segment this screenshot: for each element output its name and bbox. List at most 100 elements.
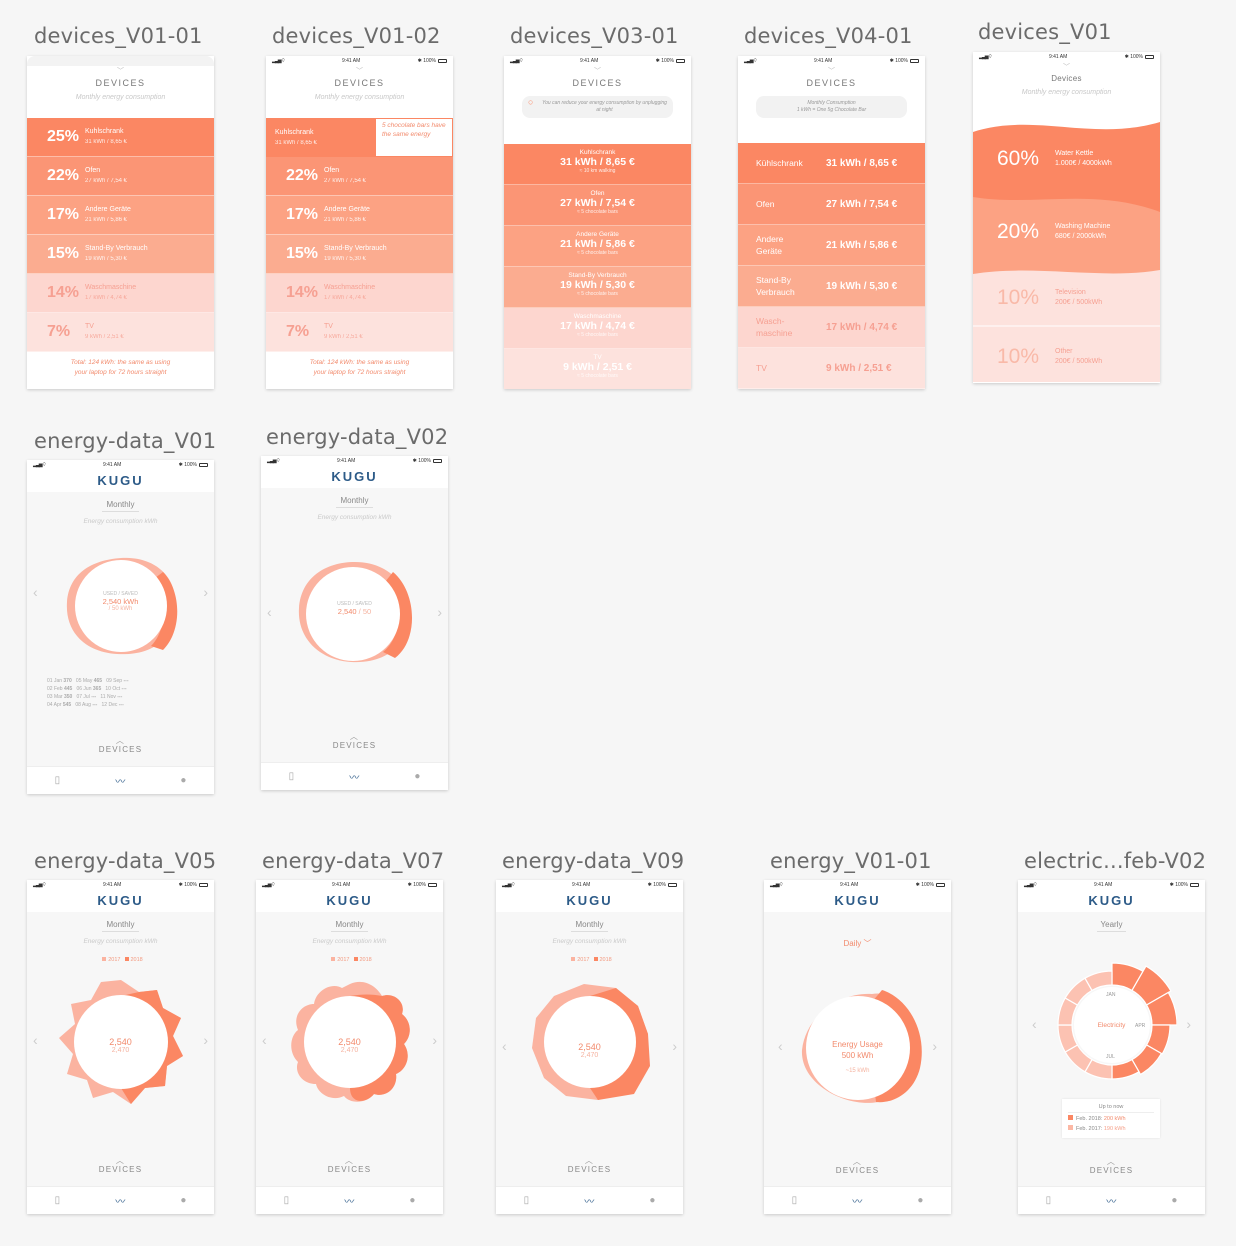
period-selector[interactable]: Monthly	[256, 920, 443, 932]
artboard-devices-v01-02[interactable]: ▂▃▅ ⌔ 9:41 AM ✱ 100% ﹀ DEVICES Monthly ene…	[266, 56, 453, 389]
user-icon[interactable]: ●	[649, 1195, 655, 1206]
door-icon[interactable]: ▯	[284, 1195, 290, 1206]
chart-icon[interactable]: 〰	[344, 1193, 354, 1208]
period-selector[interactable]: Monthly	[27, 500, 214, 512]
next-arrow[interactable]: ›	[432, 1032, 437, 1048]
door-icon[interactable]: ▯	[524, 1195, 530, 1206]
previous-arrow[interactable]: ‹	[502, 1038, 507, 1054]
artboard-devices-v03-01[interactable]: ▂▃▅ ⌔ 9:41 AM ✱ 100% ﹀ DEVICES ○ You can re…	[504, 56, 691, 389]
artboard-devices-v01[interactable]: ▂▃▅ ⌔ 9:41 AM ✱ 100% ﹀ Devices Monthly ene…	[973, 52, 1160, 383]
period-selector[interactable]: Monthly	[27, 920, 214, 932]
artboard-devices-v04-01[interactable]: ▂▃▅ ⌔ 9:41 AM ✱ 100% ﹀ DEVICES Monthly Con…	[738, 56, 925, 389]
artboard-energy-data-v02[interactable]: ▂▃▅ ⌔ 9:41 AM ✱ 100% KUGU Monthly Energy c…	[261, 456, 448, 790]
devices-button[interactable]: ︿ DEVICES	[764, 1158, 951, 1176]
artboard-electric-feb-v02[interactable]: ▂▃▅ ⌔ 9:41 AM ✱ 100% KUGU Yearly Electrici…	[1018, 880, 1205, 1214]
device-row[interactable]: TV 9 kWh / 2,51 € ≈ 5 chocolate bars	[504, 349, 691, 389]
user-icon[interactable]: ●	[180, 775, 186, 786]
device-row[interactable]: 60% Water Kettle 1.000€ / 4000kWh	[997, 147, 1112, 171]
chevron-down-icon[interactable]: ﹀	[738, 66, 925, 76]
chart-icon[interactable]: 〰	[115, 773, 125, 788]
chart-icon[interactable]: 〰	[115, 1193, 125, 1208]
door-icon[interactable]: ▯	[1046, 1195, 1052, 1206]
next-arrow[interactable]: ›	[203, 584, 208, 600]
device-row[interactable]: Waschmaschine 17 kWh / 4,74 € ≈ 5 chocolat…	[504, 308, 691, 349]
artboard-devices-v01-01[interactable]: ﹀ DEVICES Monthly energy consumption 25%…	[27, 56, 214, 389]
artboard-energy-data-v09[interactable]: ▂▃▅ ⌔ 9:41 AM ✱ 100% KUGU Monthly Energy c…	[496, 880, 683, 1214]
devices-button[interactable]: ︿ DEVICES	[27, 737, 214, 755]
device-row[interactable]: Stand-By Verbrauch 19 kWh / 5,30 €	[738, 266, 925, 307]
user-icon[interactable]: ●	[180, 1195, 186, 1206]
next-arrow[interactable]: ›	[672, 1038, 677, 1054]
device-row[interactable]: Stand-By Verbrauch 19 kWh / 5,30 € ≈ 5 cho…	[504, 267, 691, 308]
artboard-energy-v01-01[interactable]: ▂▃▅ ⌔ 9:41 AM ✱ 100% KUGU Daily ﹀ Energy U…	[764, 880, 951, 1214]
previous-arrow[interactable]: ‹	[33, 1032, 38, 1048]
artboard-energy-data-v05[interactable]: ▂▃▅ ⌔ 9:41 AM ✱ 100% KUGU Monthly Energy c…	[27, 880, 214, 1214]
device-row[interactable]: Wasch- maschine 17 kWh / 4,74 €	[738, 307, 925, 348]
chart-icon[interactable]: 〰	[852, 1193, 862, 1208]
devices-button[interactable]: ︿ DEVICES	[496, 1157, 683, 1175]
door-icon[interactable]: ▯	[55, 775, 61, 786]
device-row[interactable]: TV 9 kWh / 2,51 €	[738, 348, 925, 389]
battery-icon	[199, 882, 208, 887]
device-row[interactable]: 7% TV 9 kWh / 2,51 €	[27, 313, 214, 352]
devices-button[interactable]: ︿ DEVICES	[27, 1157, 214, 1175]
device-row[interactable]: 25% Kuhlschrank 31 kWh / 8,65 €	[27, 118, 214, 157]
device-row[interactable]: Andere Geräte 21 kWh / 5,86 € ≈ 5 chocolat…	[504, 226, 691, 267]
chevron-down-icon[interactable]: ﹀	[973, 62, 1160, 72]
device-row[interactable]: 14% Waschmaschine 17 kWh / 4,74 €	[27, 274, 214, 313]
chevron-down-icon[interactable]: ﹀	[266, 66, 453, 76]
next-arrow[interactable]: ›	[437, 604, 442, 620]
previous-arrow[interactable]: ‹	[1032, 1016, 1037, 1032]
chevron-down-icon[interactable]: ﹀	[27, 66, 214, 76]
next-arrow[interactable]: ›	[932, 1038, 937, 1054]
device-row[interactable]: 22% Ofen 27 kWh / 7,54 €	[27, 157, 214, 196]
chevron-down-icon[interactable]: ﹀	[504, 66, 691, 76]
device-row[interactable]: 22% Ofen 27 kWh / 7,54 €	[266, 157, 453, 196]
door-icon[interactable]: ▯	[55, 1195, 61, 1206]
status-time: 9:41 AM	[341, 58, 361, 64]
next-arrow[interactable]: ›	[1186, 1016, 1191, 1032]
devices-button[interactable]: ︿ DEVICES	[1018, 1158, 1205, 1176]
devices-button[interactable]: ︿ DEVICES	[256, 1157, 443, 1175]
signal-icon: ▂▃▅ ⌔	[267, 458, 281, 464]
daily-dropdown[interactable]: Daily ﹀	[764, 938, 951, 949]
user-icon[interactable]: ●	[409, 1195, 415, 1206]
device-row[interactable]: 15% Stand-By Verbrauch 19 kWh / 5,30 €	[27, 235, 214, 274]
previous-arrow[interactable]: ‹	[778, 1038, 783, 1054]
device-row[interactable]: 15% Stand-By Verbrauch 19 kWh / 5,30 €	[266, 235, 453, 274]
device-row[interactable]: 10% Other 200€ / 500kWh	[997, 345, 1102, 369]
previous-arrow[interactable]: ‹	[262, 1032, 267, 1048]
chart-icon[interactable]: 〰	[1106, 1193, 1116, 1208]
period-selector[interactable]: Yearly	[1018, 920, 1205, 932]
user-icon[interactable]: ●	[917, 1195, 923, 1206]
bottom-nav: ▯ 〰 ●	[1018, 1186, 1205, 1214]
next-arrow[interactable]: ›	[203, 1032, 208, 1048]
device-row[interactable]: Ofen 27 kWh / 7,54 € ≈ 5 chocolate bars	[504, 185, 691, 226]
device-row[interactable]: Ofen 27 kWh / 7,54 €	[738, 184, 925, 225]
device-detail: 17 kWh / 4,74 €	[85, 295, 128, 301]
previous-arrow[interactable]: ‹	[267, 604, 272, 620]
artboard-energy-data-v07[interactable]: ▂▃▅ ⌔ 9:41 AM ✱ 100% KUGU Monthly Energy c…	[256, 880, 443, 1214]
user-icon[interactable]: ●	[1171, 1195, 1177, 1206]
door-icon[interactable]: ▯	[792, 1195, 798, 1206]
device-row[interactable]: 10% Television 200€ / 500kWh	[997, 286, 1102, 310]
device-row-expanded[interactable]: Kuhlschrank 31 kWh / 8,65 € 5 chocolate b…	[266, 118, 453, 157]
artboard-energy-data-v01[interactable]: ▂▃▅ ⌔ 9:41 AM ✱ 100% KUGU Monthly Energy c…	[27, 460, 214, 794]
chart-icon[interactable]: 〰	[349, 769, 359, 784]
device-row[interactable]: Andere Geräte 21 kWh / 5,86 €	[738, 225, 925, 266]
door-icon[interactable]: ▯	[289, 771, 295, 782]
previous-arrow[interactable]: ‹	[33, 584, 38, 600]
device-row[interactable]: 14% Waschmaschine 17 kWh / 4,74 €	[266, 274, 453, 313]
device-row[interactable]: Kuhlschrank 31 kWh / 8,65 € ≈ 10 km walkin…	[504, 144, 691, 185]
devices-button[interactable]: ︿ DEVICES	[261, 733, 448, 751]
brand-logo: KUGU	[1018, 890, 1205, 912]
device-row[interactable]: 17% Andere Geräte 21 kWh / 5,86 €	[266, 196, 453, 235]
period-selector[interactable]: Monthly	[496, 920, 683, 932]
device-row[interactable]: 7% TV 9 kWh / 2,51 €	[266, 313, 453, 352]
user-icon[interactable]: ●	[414, 771, 420, 782]
period-selector[interactable]: Monthly	[261, 496, 448, 508]
device-row[interactable]: 20% Washing Machine 680€ / 2000kWh	[997, 220, 1110, 244]
chart-icon[interactable]: 〰	[584, 1193, 594, 1208]
device-row[interactable]: Kühlschrank 31 kWh / 8,65 €	[738, 143, 925, 184]
device-row[interactable]: 17% Andere Geräte 21 kWh / 5,86 €	[27, 196, 214, 235]
